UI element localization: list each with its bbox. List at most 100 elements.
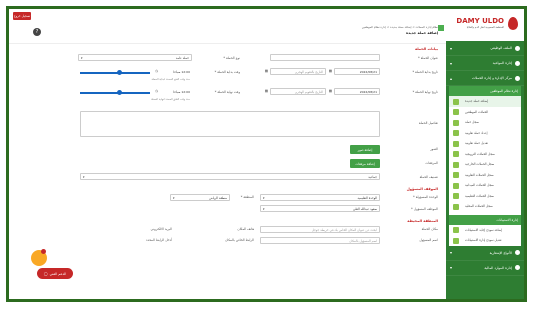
submenu-item[interactable]: سجل الحملات الترويجية — [449, 149, 521, 160]
phone-label: هاتف المكان — [237, 227, 254, 231]
end-time-label: وقت نهاية الحملة * — [214, 90, 240, 94]
end-time-hint: حدد وقت الغلق المحدد لنهاية الحملة — [151, 98, 190, 101]
campaign-type-label: نوع الحملة * — [223, 56, 240, 60]
address-search-input[interactable]: ابحث عن عنوان المكان الخاص بك في خريطة ج… — [260, 226, 380, 233]
form-row: عنوان الحملة * نوع الحملة * حملة عامة ▾ — [15, 53, 440, 67]
description-textarea[interactable] — [80, 111, 380, 137]
submenu-item[interactable]: إضافة نموذج إجابة الاستبيانات — [449, 225, 521, 236]
start-time-value[interactable]: 12:00 صباحا — [162, 68, 192, 75]
form-row: الموظف المسؤول * سعود عبدالله العلي ▾ — [15, 204, 440, 217]
submenu-item[interactable]: سجل حملة — [449, 117, 521, 128]
clock-icon: ◷ — [154, 69, 158, 73]
start-time-hint: حدد وقت الفتح المحدد لبداية الحملة — [151, 78, 190, 81]
start-date-hijri-input[interactable]: التاريخ بالتقويم الهجري — [270, 68, 326, 75]
chevron-down-icon: ▾ — [173, 195, 175, 200]
chevron-down-icon: ▾ — [81, 55, 83, 60]
survey-icon — [453, 227, 459, 233]
category-label: تصنيف الحملة — [419, 175, 438, 179]
form-row: تاريخ بداية الحملة * 2022/08/21 ▦ التاري… — [15, 67, 440, 87]
end-time-value[interactable]: 12:00 صباحا — [162, 88, 192, 95]
email-label: البريد الالكتروني — [150, 227, 172, 231]
chevron-down-icon: ▾ — [450, 60, 453, 66]
campaign-form: بيانات الحملة عنوان الحملة * نوع الحملة … — [9, 45, 446, 299]
sidebar-item-notifications[interactable]: الأنواع الإشعارية ▾ — [446, 246, 524, 261]
sidebar-item-label: إدارة المواعيد — [492, 61, 512, 65]
campaign-name-label: عنوان الحملة * — [418, 56, 438, 60]
top-bar: تسجيل خروج — [9, 9, 446, 22]
chevron-up-icon: ▴ — [450, 75, 453, 81]
sidebar-item-label: إدارة الموارد المالية — [484, 265, 512, 270]
contact-input[interactable]: اسم المسؤول بالمكان — [260, 237, 380, 244]
employee-select[interactable]: سعود عبدالله العلي ▾ — [260, 205, 380, 212]
chevron-down-icon: ▾ — [450, 45, 453, 51]
region-select[interactable]: منطقة الرياض ▾ — [170, 194, 230, 201]
logo-text: DAMY ULDO — [456, 17, 504, 25]
submenu-item[interactable]: سجل الحملات التعاونية — [449, 170, 521, 181]
calendar-icon[interactable]: ▦ — [265, 69, 268, 73]
sidebar-item-appointments[interactable]: إدارة المواعيد ▾ — [446, 56, 524, 71]
sidebar-item-finance[interactable]: إدارة الموارد المالية ▾ — [446, 261, 524, 276]
submenu-item[interactable]: تعديل حملة تعاونية — [449, 138, 521, 149]
sidebar: DAMY ULDO المنظمة السعودية لنقل الدم وال… — [446, 9, 524, 299]
support-button[interactable]: الدعم الفني ◯ — [37, 268, 73, 279]
form-row: الصور إضافة صور — [15, 143, 440, 157]
user-icon — [515, 45, 520, 51]
chevron-down-icon: ▾ — [450, 250, 453, 255]
chevron-down-icon: ▾ — [263, 206, 265, 211]
logo: DAMY ULDO المنظمة السعودية لنقل الدم وال… — [446, 9, 524, 41]
admin-icon — [515, 75, 520, 81]
page-header: نظام إدارة الحملات > إضافة حملة جديدة > … — [9, 22, 446, 44]
submenu-item-add-campaign[interactable]: إضافة حملة جديدة — [449, 96, 521, 107]
campaign-type-select[interactable]: حملة عامة ▾ — [78, 54, 192, 61]
submenu-item[interactable]: إعداد حملة تعاونية — [449, 128, 521, 139]
chat-icon: ◯ — [43, 271, 48, 276]
sidebar-item-profile[interactable]: الملف الوظيفي ▾ — [446, 41, 524, 56]
sidebar-item-campaigns[interactable]: مركز الإدارة و إدارة الحملات ▴ — [446, 71, 524, 86]
region-label: المنطقة * — [240, 195, 254, 199]
campaign-name-input[interactable] — [270, 54, 380, 61]
submenu-item[interactable]: سجل الحملات الميدانية — [449, 180, 521, 191]
submenu-item[interactable]: تعديل نموذج إدارة الاستبيانات — [449, 235, 521, 246]
map-link-hint: أدخل الرابط المحدد — [146, 238, 172, 242]
add-attachments-button[interactable]: إضافة مرفقات — [350, 159, 380, 168]
section-title: المنطقة المحيطة — [407, 219, 438, 223]
submenu-item[interactable]: سجل الحملات المحلية — [449, 201, 521, 212]
start-date-input[interactable]: 2022/08/21 — [334, 68, 380, 75]
submenu-item[interactable]: سجل الحملات التعليمية — [449, 191, 521, 202]
submenu-header: إدارة الاستبيانات — [449, 214, 521, 225]
blood-drop-icon — [508, 17, 518, 30]
calendar-icon[interactable]: ▦ — [329, 89, 332, 93]
submenu-item[interactable]: الحملات الموظفين — [449, 107, 521, 118]
end-date-hijri-input[interactable]: التاريخ بالتقويم الهجري — [270, 88, 326, 95]
help-icon[interactable]: ? — [33, 28, 41, 36]
end-time-slider-handle[interactable] — [117, 90, 122, 95]
list-icon — [453, 130, 459, 136]
page-title: إضافة حملة جديدة — [406, 31, 438, 35]
list-icon — [453, 193, 459, 199]
phone-spacer — [221, 226, 225, 233]
calendar-icon[interactable]: ▦ — [329, 69, 332, 73]
description-label: تفاصيل الحملة — [418, 121, 438, 125]
calendar-icon — [515, 60, 520, 66]
form-row: تاريخ نهاية الحملة * 2022/08/21 ▦ التاري… — [15, 87, 440, 109]
end-time-slider[interactable] — [80, 92, 150, 94]
unit-label: الوحدة المسؤولة * — [413, 195, 438, 199]
start-time-slider[interactable] — [80, 72, 150, 74]
start-time-slider-handle[interactable] — [117, 70, 122, 75]
sidebar-item-label: مركز الإدارة و إدارة الحملات — [471, 76, 512, 80]
end-date-input[interactable]: 2022/08/21 — [334, 88, 380, 95]
submenu-item[interactable]: سجل الحملات الخارجية — [449, 159, 521, 170]
section-title: الموقف المسؤول — [406, 187, 438, 191]
unit-select[interactable]: الوحدة التعليمية ▾ — [260, 194, 380, 201]
logout-button[interactable]: تسجيل خروج — [13, 12, 31, 20]
bell-icon — [515, 250, 520, 255]
end-date-label: تاريخ نهاية الحملة * — [412, 90, 438, 94]
notification-dot — [41, 249, 46, 254]
address-label: مكان الحملة — [421, 227, 438, 231]
add-campaign-icon — [438, 25, 444, 31]
calendar-icon[interactable]: ▦ — [265, 89, 268, 93]
list-icon — [453, 119, 459, 126]
survey-icon — [453, 237, 459, 244]
add-images-button[interactable]: إضافة صور — [350, 145, 380, 154]
category-select[interactable]: جماعية ▾ — [80, 173, 380, 180]
